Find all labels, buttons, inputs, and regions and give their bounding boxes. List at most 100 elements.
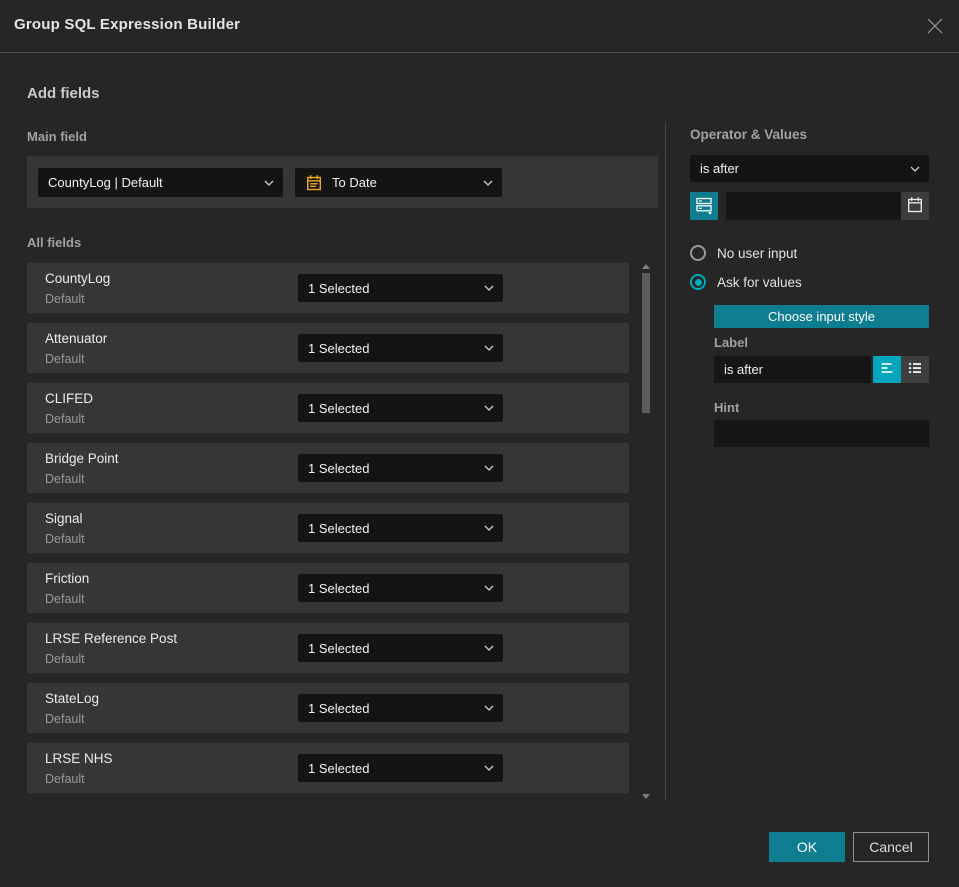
field-subtitle: Default	[45, 412, 85, 426]
field-subtitle: Default	[45, 532, 85, 546]
scrollbar-up-arrow-icon[interactable]	[642, 264, 650, 269]
field-selected-value: 1 Selected	[308, 700, 370, 716]
dialog-title: Group SQL Expression Builder	[14, 16, 241, 33]
field-selected-value: 1 Selected	[308, 400, 370, 416]
field-selected-dropdown[interactable]: 1 Selected	[298, 694, 503, 722]
field-subtitle: Default	[45, 472, 85, 486]
label-label: Label	[714, 335, 748, 350]
field-selected-dropdown[interactable]: 1 Selected	[298, 334, 503, 362]
field-subtitle: Default	[45, 772, 85, 786]
ok-button[interactable]: OK	[769, 832, 845, 862]
field-subtitle: Default	[45, 352, 85, 366]
hint-label: Hint	[714, 400, 740, 415]
field-subtitle: Default	[45, 712, 85, 726]
radio-no-user-input-label: No user input	[717, 245, 798, 261]
calendar-icon	[906, 196, 924, 217]
vertical-divider	[665, 123, 666, 800]
field-row: CountyLog Default 1 Selected	[27, 263, 629, 313]
field-name: Attenuator	[45, 331, 108, 346]
field-name: LRSE Reference Post	[45, 631, 178, 646]
add-fields-heading: Add fields	[27, 85, 100, 102]
stacked-rows-icon	[694, 195, 714, 218]
field-name: CLIFED	[45, 391, 94, 406]
field-row: StateLog Default 1 Selected	[27, 683, 629, 733]
cancel-button[interactable]: Cancel	[853, 832, 929, 862]
close-icon[interactable]	[926, 17, 944, 35]
field-selected-dropdown[interactable]: 1 Selected	[298, 394, 503, 422]
field-selected-dropdown[interactable]: 1 Selected	[298, 634, 503, 662]
field-selected-value: 1 Selected	[308, 760, 370, 776]
chevron-down-icon	[484, 285, 494, 291]
field-name: Friction	[45, 571, 90, 586]
date-picker-button[interactable]	[901, 192, 929, 220]
field-subtitle: Default	[45, 652, 85, 666]
field-row: LRSE Reference Post Default 1 Selected	[27, 623, 629, 673]
date-type-dropdown-value: To Date	[332, 175, 377, 190]
list-scrollbar[interactable]	[638, 258, 654, 803]
field-subtitle: Default	[45, 292, 85, 306]
chevron-down-icon	[484, 465, 494, 471]
field-selected-dropdown[interactable]: 1 Selected	[298, 574, 503, 602]
dialog-title-bar: Group SQL Expression Builder	[0, 0, 959, 53]
list-style-button[interactable]	[901, 356, 929, 383]
bulleted-list-icon	[906, 359, 924, 380]
field-subtitle: Default	[45, 592, 85, 606]
radio-circle-icon	[690, 245, 706, 261]
operator-dropdown-value: is after	[700, 161, 740, 176]
field-selected-value: 1 Selected	[308, 520, 370, 536]
chevron-down-icon	[483, 180, 493, 186]
scrollbar-down-arrow-icon[interactable]	[642, 794, 650, 799]
chevron-down-icon	[484, 345, 494, 351]
field-selected-dropdown[interactable]: 1 Selected	[298, 274, 503, 302]
chevron-down-icon	[484, 585, 494, 591]
chevron-down-icon	[484, 645, 494, 651]
field-name: StateLog	[45, 691, 100, 706]
single-line-style-button[interactable]	[873, 356, 901, 383]
field-selected-dropdown[interactable]: 1 Selected	[298, 754, 503, 782]
field-selected-value: 1 Selected	[308, 460, 370, 476]
field-row: Friction Default 1 Selected	[27, 563, 629, 613]
field-name: Bridge Point	[45, 451, 119, 466]
input-type-button[interactable]	[690, 192, 718, 220]
all-fields-label: All fields	[27, 235, 82, 250]
value-input[interactable]	[726, 192, 901, 220]
field-selected-value: 1 Selected	[308, 280, 370, 296]
chevron-down-icon	[484, 525, 494, 531]
radio-ask-for-values-label: Ask for values	[717, 274, 802, 290]
field-selected-value: 1 Selected	[308, 340, 370, 356]
chevron-down-icon	[484, 705, 494, 711]
chevron-down-icon	[484, 405, 494, 411]
main-field-label: Main field	[27, 129, 87, 144]
operator-values-heading: Operator & Values	[690, 127, 808, 142]
field-selected-value: 1 Selected	[308, 640, 370, 656]
chevron-down-icon	[264, 180, 274, 186]
field-selected-value: 1 Selected	[308, 580, 370, 596]
scrollbar-thumb[interactable]	[642, 273, 650, 413]
main-field-dropdown[interactable]: CountyLog | Default	[38, 168, 283, 197]
date-type-dropdown[interactable]: To Date	[295, 168, 502, 197]
field-name: Signal	[45, 511, 83, 526]
field-selected-dropdown[interactable]: 1 Selected	[298, 514, 503, 542]
field-row: Signal Default 1 Selected	[27, 503, 629, 553]
hint-input[interactable]	[714, 420, 929, 447]
label-input[interactable]	[714, 356, 871, 383]
operator-dropdown[interactable]: is after	[690, 155, 929, 182]
field-row: LRSE NHS Default 1 Selected	[27, 743, 629, 793]
chevron-down-icon	[484, 765, 494, 771]
field-selected-dropdown[interactable]: 1 Selected	[298, 454, 503, 482]
field-name: CountyLog	[45, 271, 111, 286]
all-fields-list: CountyLog Default 1 Selected Attenuator …	[27, 263, 629, 803]
radio-no-user-input[interactable]: No user input	[690, 245, 797, 261]
field-row: Bridge Point Default 1 Selected	[27, 443, 629, 493]
main-field-dropdown-value: CountyLog | Default	[48, 175, 163, 190]
align-left-icon	[878, 359, 896, 380]
field-name: LRSE NHS	[45, 751, 113, 766]
field-row: CLIFED Default 1 Selected	[27, 383, 629, 433]
chevron-down-icon	[910, 166, 920, 172]
choose-input-style-button[interactable]: Choose input style	[714, 305, 929, 328]
main-field-panel: CountyLog | Default To Date	[27, 156, 658, 208]
calendar-icon	[305, 174, 323, 192]
field-row: Attenuator Default 1 Selected	[27, 323, 629, 373]
radio-circle-selected-icon	[690, 274, 706, 290]
radio-ask-for-values[interactable]: Ask for values	[690, 274, 802, 290]
